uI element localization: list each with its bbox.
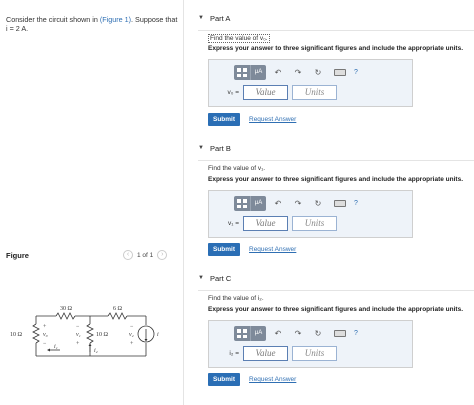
units-input[interactable]: Units (292, 216, 337, 231)
request-answer-link[interactable]: Request Answer (249, 376, 296, 383)
pane-divider (183, 0, 184, 405)
toolbar-group: μA (234, 196, 266, 211)
minus-sign-v2: − (130, 324, 134, 330)
part-c-instruction: Express your answer to three significant… (208, 306, 463, 313)
problem-statement: Consider the circuit shown in (Figure 1)… (6, 15, 178, 33)
toolbar-group: μA (234, 65, 266, 80)
resistor-10-mid-label: 10 Ω (96, 332, 109, 338)
part-a-instruction: Express your answer to three significant… (208, 45, 463, 52)
variable-label: v₀ = (227, 89, 239, 96)
request-answer-link[interactable]: Request Answer (249, 246, 296, 253)
undo-icon[interactable]: ↶ (270, 68, 286, 77)
undo-icon[interactable]: ↶ (270, 199, 286, 208)
source-current-label: i (157, 332, 159, 338)
circuit-diagram: 30 Ω 6 Ω 10 Ω 10 Ω + v₀ − − v₁ + − v₂ + … (10, 306, 159, 357)
math-toolbar: μA ↶ ↷ ↻ ? (234, 65, 358, 80)
template-icon[interactable] (234, 326, 250, 341)
minus-sign-v1: − (76, 324, 80, 330)
part-b-find: Find the value of v₁. (208, 165, 266, 172)
answer-row: v₀ = Value Units (215, 85, 337, 100)
resistor-10-left-label: 10 Ω (10, 332, 23, 338)
resistor-30-label: 30 Ω (60, 306, 73, 312)
math-toolbar: μA ↶ ↷ ↻ ? (234, 196, 358, 211)
part-b-answer-box: μA ↶ ↷ ↻ ? v₁ = Value Units (208, 190, 413, 238)
i1-label: i₁ (54, 344, 58, 350)
part-c-answer-box: μA ↶ ↷ ↻ ? i₂ = Value Units (208, 320, 413, 368)
undo-icon[interactable]: ↶ (270, 329, 286, 338)
part-b-instruction: Express your answer to three significant… (208, 176, 463, 183)
submit-button[interactable]: Submit (208, 113, 240, 126)
part-c-title: Part C (210, 273, 232, 283)
part-divider (198, 290, 474, 291)
toolbar-group: μA (234, 326, 266, 341)
variable-label: i₂ = (229, 350, 239, 357)
submit-button[interactable]: Submit (208, 243, 240, 256)
plus-sign-v1: + (76, 341, 80, 347)
units-input[interactable]: Units (292, 346, 337, 361)
reset-icon[interactable]: ↻ (310, 68, 326, 77)
part-b-title: Part B (210, 143, 231, 153)
collapse-triangle-icon[interactable]: ▼ (190, 145, 210, 151)
part-divider (198, 160, 474, 161)
template-icon[interactable] (234, 196, 250, 211)
help-button[interactable]: ? (354, 200, 358, 207)
variable-label: v₁ = (227, 220, 239, 227)
part-a-find: Find the value of v₀. (208, 34, 270, 43)
chevron-right-icon[interactable]: › (157, 250, 168, 260)
request-answer-link[interactable]: Request Answer (249, 116, 296, 123)
keyboard-icon[interactable] (334, 200, 346, 207)
figure-heading: Figure (6, 251, 29, 260)
submit-button[interactable]: Submit (208, 373, 240, 386)
collapse-triangle-icon[interactable]: ▼ (190, 15, 210, 21)
template-icon[interactable] (234, 65, 250, 80)
units-button[interactable]: μA (250, 65, 266, 80)
problem-pane: Consider the circuit shown in (Figure 1)… (0, 0, 183, 405)
answer-row: v₁ = Value Units (215, 216, 337, 231)
part-b-header[interactable]: ▼ Part B (190, 142, 231, 154)
part-a-answer-box: μA ↶ ↷ ↻ ? v₀ = Value Units (208, 59, 413, 107)
reset-icon[interactable]: ↻ (310, 329, 326, 338)
units-button[interactable]: μA (250, 326, 266, 341)
collapse-triangle-icon[interactable]: ▼ (190, 275, 210, 281)
parts-pane: ▼ Part A Find the value of v₀. Express y… (190, 0, 474, 405)
units-button[interactable]: μA (250, 196, 266, 211)
i2-label: i₂ (94, 348, 98, 354)
v1-label: v₁ (76, 332, 81, 338)
reset-icon[interactable]: ↻ (310, 199, 326, 208)
plus-sign: + (43, 324, 47, 330)
math-toolbar: μA ↶ ↷ ↻ ? (234, 326, 358, 341)
chevron-left-icon[interactable]: ‹ (123, 250, 133, 260)
keyboard-icon[interactable] (334, 69, 346, 76)
keyboard-icon[interactable] (334, 330, 346, 337)
help-button[interactable]: ? (354, 330, 358, 337)
figure-pager: ‹ 1 of 1 › (123, 250, 168, 260)
part-c-header[interactable]: ▼ Part C (190, 272, 231, 284)
v2-label: v₂ (129, 332, 134, 338)
value-input[interactable]: Value (243, 216, 288, 231)
part-a-header[interactable]: ▼ Part A (190, 12, 230, 24)
redo-icon[interactable]: ↷ (290, 329, 306, 338)
redo-icon[interactable]: ↷ (290, 199, 306, 208)
problem-text: Consider the circuit shown in (6, 15, 100, 24)
part-c-find: Find the value of i₂. (208, 295, 264, 302)
answer-row: i₂ = Value Units (215, 346, 337, 361)
value-input[interactable]: Value (243, 85, 288, 100)
resistor-6-label: 6 Ω (113, 306, 123, 312)
pager-text: 1 of 1 (137, 251, 154, 259)
part-divider (198, 30, 474, 31)
minus-sign: − (43, 341, 47, 347)
plus-sign-v2: + (130, 341, 134, 347)
part-a-title: Part A (210, 13, 231, 23)
figure-link[interactable]: (Figure 1) (100, 15, 131, 24)
units-input[interactable]: Units (292, 85, 337, 100)
value-input[interactable]: Value (243, 346, 288, 361)
v0-label: v₀ (43, 332, 48, 338)
help-button[interactable]: ? (354, 69, 358, 76)
redo-icon[interactable]: ↷ (290, 68, 306, 77)
